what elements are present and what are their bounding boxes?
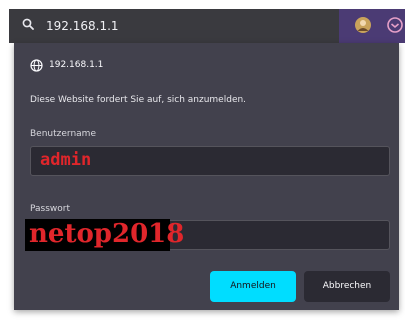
extension-avatar-icon[interactable] [354, 16, 372, 34]
auth-dialog [14, 43, 399, 310]
shield-icon[interactable] [386, 16, 404, 34]
username-label: Benutzername [30, 129, 96, 139]
password-label: Passwort [30, 204, 71, 214]
globe-icon [30, 59, 43, 72]
login-button[interactable]: Anmelden [210, 271, 296, 302]
password-value[interactable]: netop2018 [29, 218, 184, 250]
dialog-prompt-text: Diese Website fordert Sie auf, sich anzu… [30, 95, 247, 105]
search-icon [22, 18, 34, 30]
dialog-site-host: 192.168.1.1 [49, 60, 104, 70]
cancel-button[interactable]: Abbrechen [304, 271, 390, 302]
username-value[interactable]: admin [40, 149, 91, 171]
address-bar-url[interactable]: 192.168.1.1 [46, 18, 119, 34]
